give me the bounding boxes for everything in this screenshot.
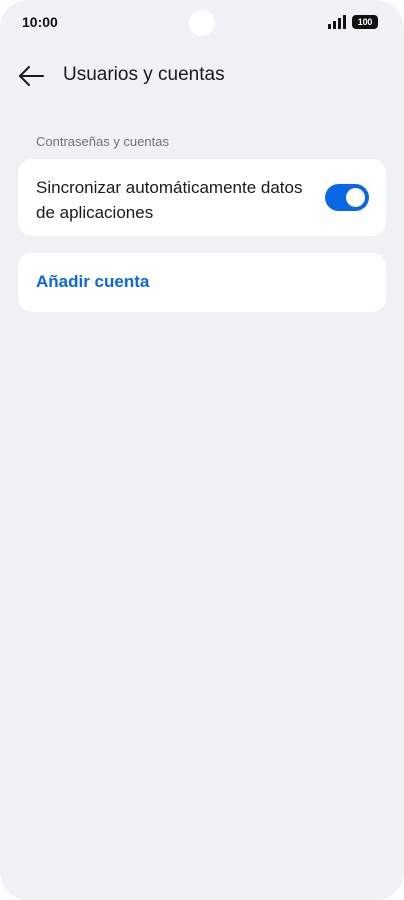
add-account-button[interactable]: Añadir cuenta <box>18 253 386 312</box>
sync-setting-label: Sincronizar automáticamente datos de apl… <box>36 178 303 222</box>
front-camera-cutout <box>189 10 215 36</box>
page-title: Usuarios y cuentas <box>63 64 225 85</box>
screen: 10:00 100 Usuarios y cuentas Contraseñas… <box>0 0 404 900</box>
auto-sync-toggle[interactable] <box>325 184 369 211</box>
arrow-left-icon[interactable] <box>16 62 46 90</box>
section-label-passwords-accounts: Contraseñas y cuentas <box>36 134 169 149</box>
status-time: 10:00 <box>22 14 58 30</box>
add-account-label: Añadir cuenta <box>36 272 150 291</box>
battery-icon: 100 <box>352 15 378 29</box>
toggle-knob <box>346 188 365 207</box>
signal-bars-icon <box>328 15 346 29</box>
sync-setting-card[interactable]: Sincronizar automáticamente datos de apl… <box>18 159 386 236</box>
status-bar: 10:00 100 <box>0 0 404 44</box>
